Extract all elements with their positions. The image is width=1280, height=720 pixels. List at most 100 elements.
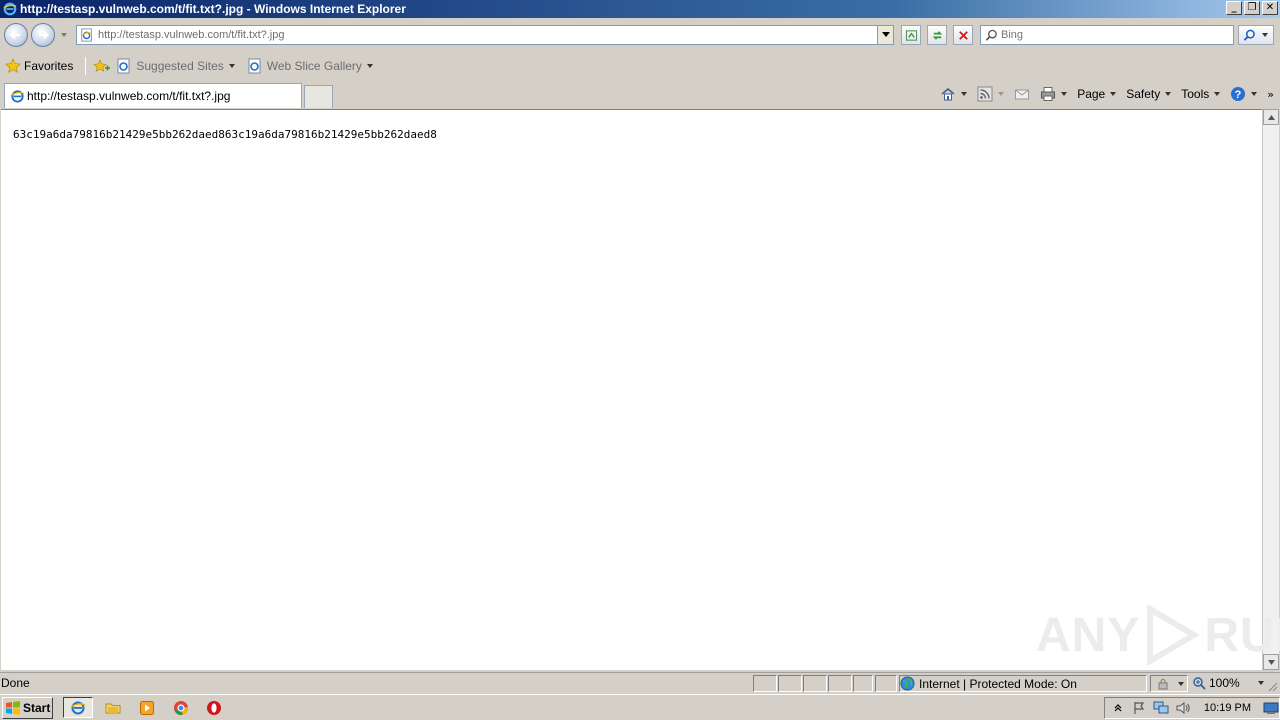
chevron-down-icon	[1165, 92, 1172, 96]
system-tray: 10:19 PM	[1104, 697, 1280, 719]
favorites-bar: Favorites Suggested Sites Web Slice Gall…	[0, 52, 1280, 80]
network-tray-icon[interactable]	[1153, 700, 1169, 716]
favorites-button[interactable]: Favorites	[5, 58, 73, 74]
search-box[interactable]	[980, 25, 1234, 45]
read-mail-icon	[1015, 89, 1030, 100]
ie-logo-icon	[70, 701, 86, 714]
search-go-icon	[1243, 29, 1255, 41]
vertical-scrollbar[interactable]	[1262, 109, 1279, 670]
window-controls: _ ❐ ✕	[1226, 1, 1278, 15]
taskbar-opera-button[interactable]	[204, 699, 224, 717]
page-menu[interactable]: Page	[1077, 87, 1117, 101]
media-player-icon	[140, 701, 154, 715]
page-menu-label: Page	[1077, 87, 1106, 101]
favorites-separator	[85, 57, 87, 75]
taskbar-chrome-button[interactable]	[171, 699, 191, 717]
chevron-down-icon	[998, 92, 1005, 96]
action-center-tray-icon[interactable]	[1132, 700, 1146, 716]
compatibility-view-button[interactable]	[901, 25, 921, 45]
chevron-down-icon	[228, 64, 235, 68]
watermark-left: ANY	[1036, 608, 1141, 662]
opera-icon	[207, 701, 221, 715]
svg-text:?: ?	[1235, 89, 1242, 101]
lock-icon	[1158, 679, 1168, 690]
refresh-button[interactable]	[927, 25, 947, 45]
back-button[interactable]	[4, 23, 28, 47]
feeds-button[interactable]	[977, 86, 1005, 102]
status-panel	[875, 675, 897, 692]
search-go-button[interactable]	[1238, 25, 1274, 45]
print-icon	[1041, 87, 1056, 101]
watermark: ANY RUN	[1036, 605, 1280, 665]
watermark-right: RUN	[1204, 608, 1280, 662]
command-bar: Page Safety Tools ? »	[940, 84, 1280, 104]
chevron-up-icon	[1115, 704, 1122, 712]
minimize-button[interactable]: _	[1226, 1, 1242, 15]
forward-arrow-icon	[39, 30, 50, 40]
volume-tray-icon[interactable]	[1176, 700, 1190, 716]
chevron-down-icon	[1214, 92, 1221, 96]
zone-text: Internet | Protected Mode: On	[919, 676, 1077, 691]
desktop-icon	[1263, 702, 1279, 714]
home-button[interactable]	[940, 86, 968, 102]
status-panel	[853, 675, 873, 692]
taskbar-ie-button[interactable]	[63, 697, 93, 718]
search-input[interactable]	[1001, 29, 1221, 41]
stop-icon	[958, 30, 968, 40]
status-panel	[828, 675, 852, 692]
stop-button[interactable]	[953, 25, 973, 45]
title-bar: http://testasp.vulnweb.com/t/fit.txt?.jp…	[0, 0, 1280, 18]
print-button[interactable]	[1040, 86, 1068, 102]
suggested-sites-label: Suggested Sites	[136, 59, 224, 73]
status-text: Done	[1, 676, 30, 690]
help-menu[interactable]: ?	[1230, 86, 1258, 102]
scroll-up-button[interactable]	[1263, 109, 1279, 125]
address-input[interactable]	[98, 29, 878, 41]
web-slice-gallery-button[interactable]: Web Slice Gallery	[247, 58, 373, 74]
close-button[interactable]: ✕	[1262, 1, 1278, 15]
zoom-control[interactable]: 100%	[1192, 676, 1264, 690]
forward-button[interactable]	[31, 23, 55, 47]
tab-title: http://testasp.vulnweb.com/t/fit.txt?.jp…	[27, 89, 231, 103]
start-button[interactable]: Start	[2, 697, 53, 719]
home-icon	[941, 87, 955, 101]
play-logo-icon	[1147, 605, 1201, 665]
favorites-star-icon	[5, 58, 21, 73]
show-desktop-button[interactable]	[1263, 700, 1279, 716]
page-ie-icon	[10, 89, 25, 103]
refresh-icon	[932, 30, 942, 40]
read-mail-button[interactable]	[1014, 86, 1030, 102]
taskbar-media-player-button[interactable]	[137, 699, 157, 717]
zoom-icon	[1193, 677, 1206, 690]
status-bar: Done Internet | Protected Mode: On 100%	[0, 672, 1280, 694]
window-title: http://testasp.vulnweb.com/t/fit.txt?.jp…	[20, 2, 406, 16]
protected-mode-panel[interactable]	[1150, 675, 1188, 692]
show-hidden-icons-button[interactable]	[1112, 700, 1125, 716]
security-zone[interactable]: Internet | Protected Mode: On	[900, 676, 1077, 691]
help-icon: ?	[1231, 87, 1246, 101]
search-icon	[985, 29, 997, 41]
chevron-down-icon	[1110, 92, 1117, 96]
resize-grip-icon[interactable]	[1266, 680, 1278, 692]
recent-pages-dropdown-icon[interactable]	[60, 31, 68, 39]
tools-menu[interactable]: Tools	[1181, 87, 1221, 101]
suggested-sites-button[interactable]: Suggested Sites	[116, 58, 235, 74]
taskbar: Start 10:19 PM	[0, 694, 1280, 720]
toolbar-overflow-button[interactable]: »	[1267, 88, 1274, 101]
status-panel	[778, 675, 802, 692]
start-label: Start	[23, 701, 51, 715]
address-dropdown-button[interactable]	[877, 26, 893, 44]
taskbar-explorer-button[interactable]	[103, 699, 123, 717]
safety-menu[interactable]: Safety	[1126, 87, 1172, 101]
compatibility-view-icon	[905, 29, 917, 41]
restore-button[interactable]: ❐	[1244, 1, 1260, 15]
add-to-favorites-bar-button[interactable]	[92, 58, 111, 74]
tab-active[interactable]: http://testasp.vulnweb.com/t/fit.txt?.jp…	[4, 83, 302, 108]
new-tab-button[interactable]	[304, 85, 333, 108]
zoom-level: 100%	[1209, 676, 1240, 690]
clock[interactable]: 10:19 PM	[1204, 702, 1251, 714]
document-text: 63c19a6da79816b21429e5bb262daed863c19a6d…	[13, 128, 437, 141]
windows-flag-icon	[6, 701, 20, 715]
address-bar[interactable]	[76, 25, 894, 45]
favorites-label: Favorites	[24, 59, 74, 73]
